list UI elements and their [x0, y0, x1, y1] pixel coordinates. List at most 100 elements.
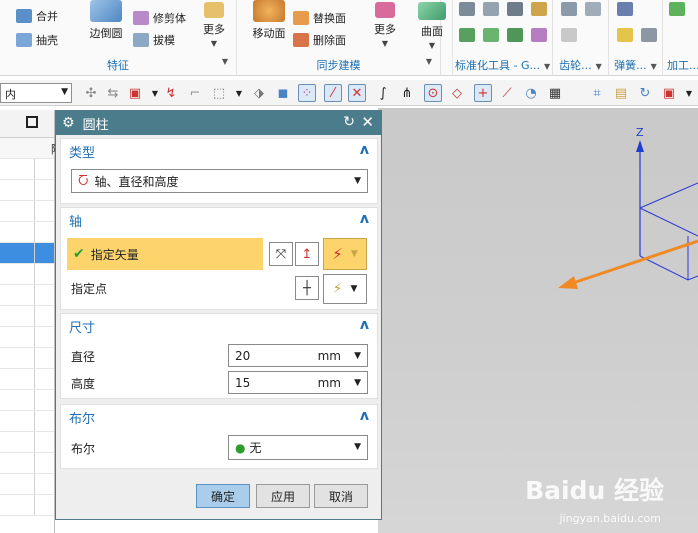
bounding-box-icon[interactable]: ▦	[546, 84, 564, 102]
arc-center-icon[interactable]: ⊙	[424, 84, 442, 102]
fit-view-icon[interactable]: ⌗	[588, 84, 606, 102]
rectangle-select-icon[interactable]: ⬚	[210, 84, 228, 102]
tree-row[interactable]	[0, 264, 54, 285]
cube-icon[interactable]: ◼	[274, 84, 292, 102]
gear-tool-icon[interactable]	[561, 28, 577, 42]
end-point-icon[interactable]: ⁄	[324, 84, 342, 102]
tree-row[interactable]	[0, 453, 54, 474]
chevron-down-icon[interactable]: ▼	[230, 84, 248, 102]
group-expand-icon[interactable]: ▼	[426, 57, 432, 66]
feature-more-button[interactable]: 更多 ▼	[198, 0, 230, 48]
snap-icon[interactable]: ⇆	[104, 84, 122, 102]
diameter-input[interactable]: 20 mm ▼	[228, 344, 368, 367]
graphics-viewport[interactable]: Z Baidu 经验 jingyan.baidu.com	[378, 108, 698, 533]
reverse-direction-button[interactable]: ⤧	[269, 242, 293, 266]
tree-row[interactable]	[0, 306, 54, 327]
tree-row[interactable]	[0, 327, 54, 348]
tool-icon[interactable]	[531, 2, 547, 16]
tree-row[interactable]	[0, 390, 54, 411]
axis-section-header[interactable]: 轴 ʌ	[61, 208, 377, 232]
unite-button[interactable]: 合并	[16, 8, 58, 24]
point-type-select[interactable]: ⚡ ▼	[323, 274, 367, 304]
boolean-section-header[interactable]: 布尔 ʌ	[61, 405, 377, 429]
edge-blend-button[interactable]: 边倒圆	[86, 0, 126, 41]
replace-face-button[interactable]: 替换面	[293, 10, 346, 26]
display-mode-icon[interactable]: ▣	[660, 84, 678, 102]
tool-icon[interactable]	[459, 28, 475, 42]
point-on-face-icon[interactable]: ◔	[522, 84, 540, 102]
sync-more-button[interactable]: 更多 ▼	[367, 0, 403, 48]
spring-tool-icon[interactable]	[617, 28, 633, 42]
tree-row-selected[interactable]	[0, 243, 54, 264]
check-icon[interactable]	[669, 2, 685, 16]
specify-vector-row[interactable]: ✔ 指定矢量	[67, 238, 263, 270]
gear-icon[interactable]: ⚙	[62, 115, 75, 131]
view-orient-icon[interactable]: ▤	[612, 84, 630, 102]
quadrant-icon[interactable]: ◇	[448, 84, 466, 102]
reset-icon[interactable]: ↻	[343, 114, 355, 130]
tool-icon[interactable]	[531, 28, 547, 42]
solid-icon[interactable]: ⬗	[250, 84, 268, 102]
tree-row[interactable]	[0, 285, 54, 306]
height-input[interactable]: 15 mm ▼	[228, 371, 368, 394]
vector-type-select[interactable]: ⚡ ▼	[323, 238, 367, 270]
tree-row[interactable]	[0, 432, 54, 453]
existing-point-icon[interactable]: +	[474, 84, 492, 102]
trim-body-button[interactable]: 修剪体	[133, 10, 186, 26]
group-expand-icon[interactable]: ▼	[651, 62, 657, 71]
tree-row[interactable]	[0, 180, 54, 201]
type-select[interactable]: Ⴀ 轴、直径和高度 ▼	[71, 169, 368, 193]
surface-button[interactable]: 曲面 ▼	[412, 0, 452, 50]
point-on-curve-icon[interactable]: ⟋	[498, 84, 516, 102]
tree-row[interactable]	[0, 411, 54, 432]
apply-button[interactable]: 应用	[256, 484, 310, 508]
tool-icon[interactable]	[459, 2, 475, 16]
dimensions-section-header[interactable]: 尺寸 ʌ	[61, 314, 377, 338]
tool-icon[interactable]	[483, 28, 499, 42]
vector-dialog-button[interactable]: ↥	[295, 242, 319, 266]
maximize-icon[interactable]	[26, 116, 38, 128]
chevron-down-icon[interactable]: ▼	[680, 84, 698, 102]
move-face-button[interactable]: 移动面	[247, 0, 291, 41]
type-section-header[interactable]: 类型 ʌ	[61, 139, 377, 163]
type-filter-icon[interactable]: ✣	[82, 84, 100, 102]
tree-row[interactable]	[0, 159, 54, 180]
selection-box-icon[interactable]: ▣	[126, 84, 144, 102]
curve-rule-icon[interactable]: ↯	[162, 84, 180, 102]
group-expand-icon[interactable]: ▼	[544, 62, 550, 71]
tree-row[interactable]	[0, 348, 54, 369]
collapse-icon[interactable]: ʌ	[360, 211, 369, 227]
mid-point-icon[interactable]: ✕	[348, 84, 366, 102]
point-dialog-button[interactable]: ┼	[295, 276, 319, 300]
dialog-title-bar[interactable]: ⚙ 圆柱 ↻ ✕	[56, 111, 381, 135]
gear-tool-icon[interactable]	[585, 2, 601, 16]
collapse-icon[interactable]: ʌ	[360, 408, 369, 424]
tree-row[interactable]	[0, 222, 54, 243]
shell-button[interactable]: 抽壳	[16, 32, 58, 48]
delete-face-button[interactable]: 删除面	[293, 32, 346, 48]
group-expand-icon[interactable]: ▼	[596, 62, 602, 71]
tree-row[interactable]	[0, 495, 54, 516]
selection-scope-select[interactable]: 内 ▼	[0, 83, 72, 103]
gear-tool-icon[interactable]	[561, 2, 577, 16]
control-point-icon[interactable]: ∫	[374, 84, 392, 102]
collapse-icon[interactable]: ʌ	[360, 317, 369, 333]
tool-icon[interactable]	[507, 2, 523, 16]
tree-row[interactable]	[0, 201, 54, 222]
draft-button[interactable]: 拔模	[133, 32, 175, 48]
boolean-select[interactable]: ● 无 ▼	[228, 435, 368, 460]
collapse-icon[interactable]: ʌ	[360, 142, 369, 158]
tree-row[interactable]	[0, 369, 54, 390]
rotate-icon[interactable]: ↻	[636, 84, 654, 102]
close-icon[interactable]: ✕	[361, 113, 374, 131]
fillet-snap-icon[interactable]: ⌐	[186, 84, 204, 102]
tool-icon[interactable]	[483, 2, 499, 16]
ok-button[interactable]: 确定	[196, 484, 250, 508]
group-expand-icon[interactable]: ▼	[222, 57, 228, 66]
tool-icon[interactable]	[507, 28, 523, 42]
cancel-button[interactable]: 取消	[314, 484, 368, 508]
point-snap-icon[interactable]: ⁘	[298, 84, 316, 102]
spring-tool-icon[interactable]	[617, 2, 633, 16]
intersection-icon[interactable]: ⋔	[398, 84, 416, 102]
tree-row[interactable]	[0, 474, 54, 495]
